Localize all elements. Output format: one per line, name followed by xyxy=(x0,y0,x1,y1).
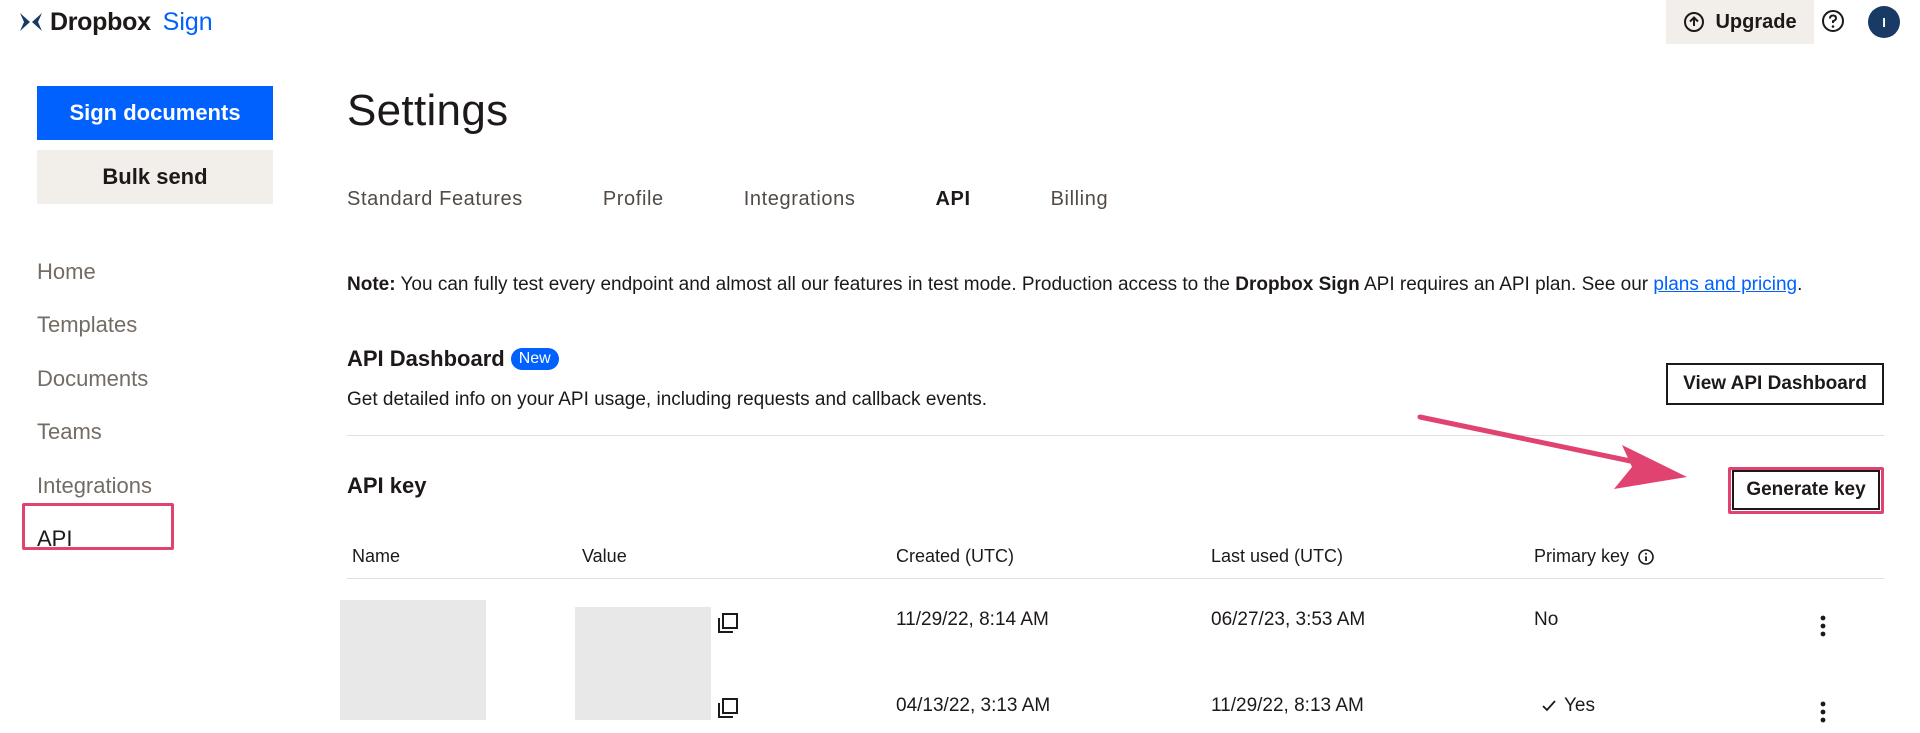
api-dashboard-heading: API Dashboard New xyxy=(347,346,559,372)
upgrade-button[interactable]: Upgrade xyxy=(1666,0,1814,44)
dropbox-sign-logo[interactable]: Dropbox Sign xyxy=(18,8,213,36)
api-highlight-box xyxy=(22,503,174,550)
user-avatar[interactable]: I xyxy=(1868,6,1900,38)
copy-icon[interactable] xyxy=(717,697,739,719)
arrow-up-circle-icon xyxy=(1684,12,1705,32)
column-header-name: Name xyxy=(352,546,401,566)
sidebar-item-documents[interactable]: Documents xyxy=(37,352,152,406)
bulk-send-button[interactable]: Bulk send xyxy=(37,150,273,204)
sidebar-item-teams[interactable]: Teams xyxy=(37,406,152,460)
help-icon[interactable] xyxy=(1820,8,1846,34)
row-2-created: 04/13/22, 3:13 AM xyxy=(896,695,1051,716)
redacted-value-cell xyxy=(575,607,711,720)
row-1-last-used: 06/27/23, 3:53 AM xyxy=(1211,609,1366,630)
tab-standard-features[interactable]: Standard Features xyxy=(347,188,523,211)
logo-product-text: Sign xyxy=(162,7,213,36)
tab-billing[interactable]: Billing xyxy=(1051,188,1109,211)
row-2-primary: Yes xyxy=(1564,695,1595,716)
api-dashboard-title: API Dashboard xyxy=(347,346,505,371)
new-badge: New xyxy=(510,348,559,370)
column-header-value: Value xyxy=(582,546,627,566)
note-text-1: You can fully test every endpoint and al… xyxy=(395,274,1236,295)
copy-icon[interactable] xyxy=(717,612,739,634)
column-header-primary-key: Primary key xyxy=(1534,546,1655,567)
annotation-arrow-icon xyxy=(1417,414,1687,489)
api-dashboard-description: Get detailed info on your API usage, inc… xyxy=(347,389,988,410)
row-2-primary-cell: Yes xyxy=(1542,695,1595,717)
note-suffix: . xyxy=(1797,274,1803,295)
tab-profile[interactable]: Profile xyxy=(603,188,664,211)
tab-api[interactable]: API xyxy=(935,188,970,211)
view-api-dashboard-button[interactable]: View API Dashboard xyxy=(1666,363,1884,405)
more-options-icon[interactable] xyxy=(1818,614,1828,638)
plans-and-pricing-link[interactable]: plans and pricing xyxy=(1653,274,1797,295)
table-header-divider xyxy=(347,578,1884,579)
sidebar-item-home[interactable]: Home xyxy=(37,245,152,299)
note-text-2: API requires an API plan. See our xyxy=(1359,274,1654,295)
info-icon[interactable] xyxy=(1637,548,1655,566)
settings-tabs: Standard Features Profile Integrations A… xyxy=(347,188,1188,211)
check-icon xyxy=(1542,700,1556,712)
column-header-created: Created (UTC) xyxy=(896,546,1015,566)
api-note: Note: You can fully test every endpoint … xyxy=(347,274,1802,296)
redacted-name-cell xyxy=(340,600,486,720)
page-title: Settings xyxy=(347,86,509,135)
generate-key-highlight-box xyxy=(1728,467,1884,514)
note-prefix: Note: xyxy=(347,274,396,295)
api-key-heading: API key xyxy=(347,473,427,498)
row-1-primary: No xyxy=(1534,609,1559,630)
sidebar-item-templates[interactable]: Templates xyxy=(37,299,152,353)
row-1-created: 11/29/22, 8:14 AM xyxy=(896,609,1049,630)
more-options-icon[interactable] xyxy=(1818,700,1828,724)
logo-brand-text: Dropbox xyxy=(50,7,151,36)
tab-integrations[interactable]: Integrations xyxy=(744,188,856,211)
note-bold: Dropbox Sign xyxy=(1235,274,1360,295)
dropbox-logo-icon xyxy=(20,13,42,31)
row-2-last-used: 11/29/22, 8:13 AM xyxy=(1211,695,1364,716)
upgrade-label: Upgrade xyxy=(1715,10,1797,33)
column-header-last-used: Last used (UTC) xyxy=(1211,546,1344,566)
sign-documents-button[interactable]: Sign documents xyxy=(37,86,273,140)
